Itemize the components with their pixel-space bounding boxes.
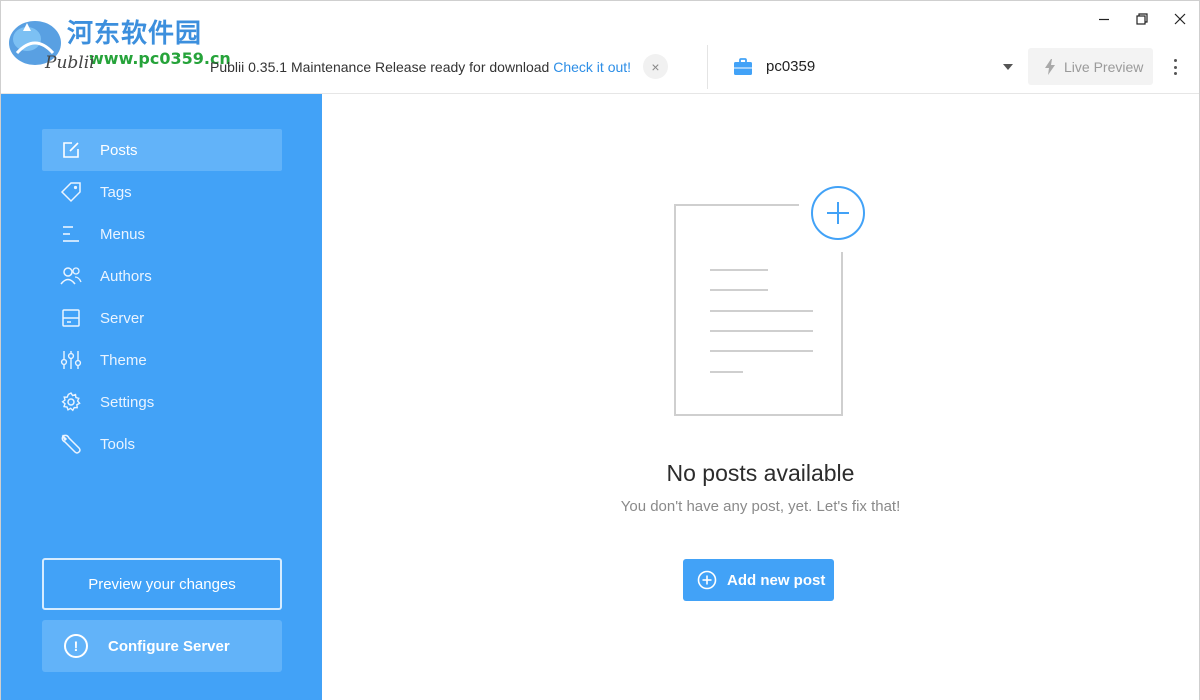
preview-changes-button[interactable]: Preview your changes bbox=[42, 558, 282, 610]
sidebar-item-tools[interactable]: Tools bbox=[42, 423, 282, 465]
briefcase-icon bbox=[734, 58, 752, 75]
notice-close-button[interactable]: × bbox=[643, 54, 668, 79]
app-window: 河东软件园 www.pc0359.cn Publii Publii 0.35.1… bbox=[0, 0, 1200, 700]
window-controls bbox=[1085, 1, 1199, 37]
sidebar-item-label: Settings bbox=[100, 393, 155, 411]
minimize-icon bbox=[1099, 18, 1109, 21]
divider bbox=[707, 45, 708, 89]
alert-icon: ! bbox=[64, 634, 88, 658]
chevron-down-icon[interactable] bbox=[1002, 63, 1014, 71]
main-content: No posts available You don't have any po… bbox=[322, 94, 1199, 700]
add-new-post-label: Add new post bbox=[727, 571, 826, 589]
wrench-icon bbox=[42, 433, 100, 455]
close-icon bbox=[1174, 13, 1186, 25]
sidebar-item-theme[interactable]: Theme bbox=[42, 339, 282, 381]
sidebar-item-label: Menus bbox=[100, 225, 146, 243]
tag-icon bbox=[42, 181, 100, 203]
update-notice-text: Publii 0.35.1 Maintenance Release ready … bbox=[210, 59, 550, 75]
sidebar: Posts Tags Menus Authors Server Theme Se… bbox=[1, 94, 322, 700]
close-window-button[interactable] bbox=[1161, 1, 1199, 37]
edit-icon bbox=[42, 140, 100, 160]
restore-button[interactable] bbox=[1123, 1, 1161, 37]
sidebar-item-server[interactable]: Server bbox=[42, 297, 282, 339]
sidebar-item-tags[interactable]: Tags bbox=[42, 171, 282, 213]
sidebar-item-label: Theme bbox=[100, 351, 147, 369]
sidebar-item-authors[interactable]: Authors bbox=[42, 255, 282, 297]
sidebar-item-settings[interactable]: Settings bbox=[42, 381, 282, 423]
gear-icon bbox=[42, 391, 100, 413]
update-notice: Publii 0.35.1 Maintenance Release ready … bbox=[210, 59, 631, 75]
live-preview-button[interactable]: Live Preview bbox=[1028, 48, 1153, 85]
sidebar-item-label: Tags bbox=[100, 183, 132, 201]
top-bar: 河东软件园 www.pc0359.cn Publii Publii 0.35.1… bbox=[1, 1, 1199, 94]
empty-posts-illustration bbox=[674, 186, 865, 416]
restore-icon bbox=[1136, 13, 1148, 25]
sidebar-item-label: Server bbox=[100, 309, 145, 327]
update-notice-link[interactable]: Check it out! bbox=[553, 59, 631, 75]
empty-state-title: No posts available bbox=[666, 460, 855, 486]
site-name[interactable]: pc0359 bbox=[766, 58, 815, 75]
watermark-title: 河东软件园 bbox=[67, 19, 203, 49]
sidebar-item-label: Tools bbox=[100, 435, 136, 453]
sidebar-item-label: Posts bbox=[100, 141, 138, 159]
empty-state-subtitle: You don't have any post, yet. Let's fix … bbox=[620, 498, 901, 515]
add-new-post-button[interactable]: Add new post bbox=[683, 559, 834, 601]
sliders-icon bbox=[42, 350, 100, 370]
more-options-icon[interactable] bbox=[1165, 57, 1185, 77]
close-icon: × bbox=[651, 58, 660, 75]
live-preview-label: Live Preview bbox=[1064, 58, 1144, 75]
minimize-button[interactable] bbox=[1085, 1, 1123, 37]
bolt-icon bbox=[1045, 58, 1055, 75]
app-logo: 河东软件园 www.pc0359.cn Publii bbox=[5, 9, 231, 79]
server-icon bbox=[42, 308, 100, 328]
sidebar-item-menus[interactable]: Menus bbox=[42, 213, 282, 255]
plus-circle-icon bbox=[697, 570, 717, 590]
publii-logo-text: Publii bbox=[45, 53, 95, 73]
sidebar-item-label: Authors bbox=[100, 267, 152, 285]
sidebar-item-posts[interactable]: Posts bbox=[42, 129, 282, 171]
menu-icon bbox=[42, 224, 100, 244]
configure-server-button[interactable]: ! Configure Server bbox=[42, 620, 282, 672]
configure-server-label: Configure Server bbox=[108, 637, 230, 655]
authors-icon bbox=[42, 266, 100, 286]
